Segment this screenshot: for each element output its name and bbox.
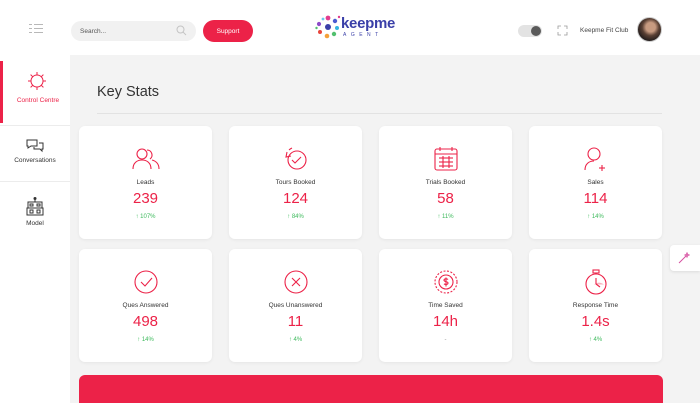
stat-label: Leads	[136, 179, 155, 186]
bottom-banner	[79, 375, 663, 403]
sidebar-item-label: Conversations	[14, 157, 56, 164]
clock-check-icon	[285, 147, 307, 170]
menu-toggle-icon[interactable]	[29, 24, 43, 34]
stat-value: 11	[287, 313, 304, 330]
chat-bubbles-icon	[26, 139, 44, 153]
sidebar: Control Centre Conversations Model	[0, 55, 70, 403]
side-pin-tab[interactable]	[670, 245, 700, 271]
logo-wordmark: keepme	[341, 15, 396, 32]
stat-label: Response Time	[572, 302, 619, 309]
sidebar-divider	[0, 181, 70, 182]
robot-icon	[26, 197, 44, 216]
sidebar-item-conversations[interactable]: Conversations	[0, 127, 70, 189]
title-divider	[97, 113, 662, 114]
logo-dots-icon	[315, 15, 341, 39]
stat-card-response-time[interactable]: Response Time 1.4s ↑ 4%	[529, 249, 662, 362]
stat-label: Tours Booked	[275, 179, 316, 186]
sidebar-item-label: Control Centre	[16, 97, 60, 104]
user-plus-icon	[584, 147, 605, 171]
stat-value: 114	[583, 190, 608, 207]
stat-value: 1.4s	[581, 313, 610, 330]
keepme-agent-logo[interactable]: keepme AGENT	[315, 13, 425, 43]
stat-card-sales[interactable]: Sales 114 ↑ 14%	[529, 126, 662, 239]
stat-card-time-saved[interactable]: Time Saved 14h -	[379, 249, 512, 362]
search-icon[interactable]	[176, 25, 187, 36]
money-time-icon	[434, 270, 458, 294]
x-circle-icon	[284, 270, 308, 294]
logo-subtitle: AGENT	[343, 32, 383, 38]
stat-change: ↑ 14%	[137, 337, 154, 343]
stat-label: Trials Booked	[425, 179, 466, 186]
stat-change: ↑ 4%	[288, 337, 303, 343]
user-name[interactable]: Keepme Fit Club	[580, 27, 628, 34]
stat-label: Ques Unanswered	[268, 302, 323, 309]
stat-value: 14h	[432, 313, 459, 330]
stat-change: ↑ 107%	[135, 214, 156, 220]
sidebar-item-model[interactable]: Model	[0, 187, 70, 249]
stat-change: -	[444, 337, 447, 343]
magic-wand-icon	[678, 252, 690, 264]
calendar-icon	[434, 147, 458, 171]
page-title: Key Stats	[97, 84, 160, 100]
stat-card-tours-booked[interactable]: Tours Booked 124 ↑ 84%	[229, 126, 362, 239]
stat-label: Ques Answered	[122, 302, 169, 309]
stat-change: ↑ 84%	[287, 214, 304, 220]
stat-card-ques-answered[interactable]: Ques Answered 498 ↑ 14%	[79, 249, 212, 362]
stat-value: 239	[132, 190, 159, 207]
top-header: Support keepme AGENT Keepme Fit Club	[0, 0, 700, 55]
check-circle-icon	[134, 270, 158, 294]
search-input[interactable]	[80, 23, 172, 39]
control-centre-icon	[28, 72, 46, 90]
user-avatar[interactable]	[637, 17, 662, 42]
stat-value: 498	[132, 313, 159, 330]
stat-change: ↑ 14%	[587, 214, 604, 220]
stat-label: Sales	[587, 179, 604, 186]
stat-change: ↑ 4%	[588, 337, 603, 343]
stopwatch-icon	[585, 269, 607, 295]
fullscreen-icon[interactable]	[557, 25, 568, 36]
support-button[interactable]: Support	[203, 20, 253, 42]
stat-card-trials-booked[interactable]: Trials Booked 58 ↑ 11%	[379, 126, 512, 239]
theme-toggle[interactable]	[518, 25, 542, 37]
stat-card-ques-unanswered[interactable]: Ques Unanswered 11 ↑ 4%	[229, 249, 362, 362]
sidebar-divider	[0, 125, 70, 126]
stat-card-leads[interactable]: Leads 239 ↑ 107%	[79, 126, 212, 239]
stat-value: 124	[282, 190, 309, 207]
stat-change: ↑ 11%	[437, 214, 454, 220]
stat-label: Time Saved	[428, 302, 463, 309]
sidebar-item-control-centre[interactable]: Control Centre	[0, 61, 70, 123]
stat-value: 58	[437, 190, 454, 207]
sidebar-item-label: Model	[26, 220, 44, 227]
people-icon	[132, 148, 160, 170]
